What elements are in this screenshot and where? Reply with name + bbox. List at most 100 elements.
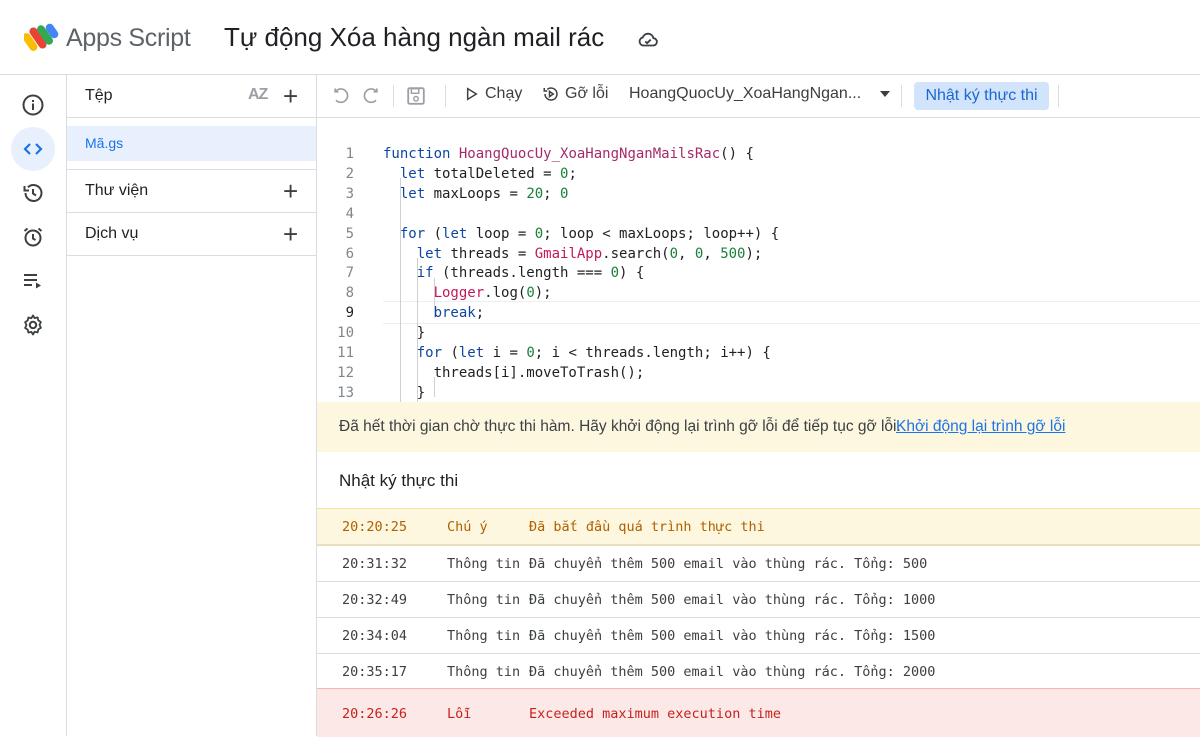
log-message: Đã chuyển thêm 500 email vào thùng rác. …: [529, 592, 936, 608]
gear-icon: [24, 314, 42, 336]
log-message: Đã chuyển thêm 500 email vào thùng rác. …: [529, 628, 936, 644]
code-line[interactable]: 2 let totalDeleted = 0;: [317, 164, 1200, 184]
libraries-label: Thư viện: [85, 182, 149, 199]
log-row: 20:35:17 Thông tin Đã chuyển thêm 500 emai…: [317, 653, 1200, 689]
log-message: Đã chuyển thêm 500 email vào thùng rác. …: [529, 556, 928, 572]
run-button[interactable]: Chạy: [463, 85, 522, 103]
code-line[interactable]: 8 Logger.log(0);: [317, 283, 1200, 303]
debug-icon: [543, 87, 558, 101]
code-line[interactable]: 7 if (threads.length === 0) {: [317, 263, 1200, 283]
code-line[interactable]: 3 let maxLoops = 20; 0: [317, 184, 1200, 204]
log-type: Thông tin: [447, 556, 521, 572]
history-icon: [23, 184, 43, 202]
undo-icon[interactable]: [331, 86, 351, 106]
debug-label: Gỡ lỗi: [565, 85, 609, 102]
sort-az-icon[interactable]: AZ: [248, 86, 268, 104]
code-text: Logger.log(0);: [433, 285, 552, 302]
toolbar-divider: [901, 85, 902, 107]
line-number: 3: [345, 185, 354, 202]
dropdown-caret-icon: [880, 91, 891, 97]
add-library-button[interactable]: +: [283, 178, 298, 204]
code-line[interactable]: 12 threads[i].moveToTrash();: [317, 363, 1200, 383]
line-number: 5: [345, 225, 354, 242]
save-icon[interactable]: [405, 85, 427, 107]
code-text: let threads = GmailApp.search(0, 0, 500)…: [416, 245, 763, 262]
cloud-saved-icon: [638, 32, 658, 47]
editor-toolbar: Chạy Gỡ lỗi HoangQuocUy_XoaHangNgan... N…: [317, 75, 1200, 118]
log-row: 20:26:26 Lỗi Exceeded maximum execution ti…: [317, 688, 1200, 737]
log-row: 20:20:25 Chú ý Đã bắt đầu quá trình thực t…: [317, 508, 1200, 545]
top-bar: Apps Script Tự động Xóa hàng ngàn mail r…: [0, 0, 1200, 75]
play-icon: [466, 87, 478, 101]
settings-button[interactable]: [11, 303, 55, 347]
executions-button[interactable]: [11, 259, 55, 303]
run-label: Chạy: [485, 85, 523, 102]
services-section: Dịch vụ +: [67, 212, 316, 256]
triggers-button[interactable]: [11, 215, 55, 259]
code-editor[interactable]: 1 function HoangQuocUy_XoaHangNganMailsRa…: [317, 118, 1200, 402]
code-line[interactable]: 9 break;: [317, 303, 1200, 323]
code-text: function HoangQuocUy_XoaHangNganMailsRac…: [383, 146, 754, 162]
log-type: Thông tin: [447, 628, 521, 644]
toolbar-divider: [1058, 85, 1059, 107]
log-type: Lỗi: [447, 706, 472, 722]
line-number: 12: [337, 364, 354, 381]
libraries-section: Thư viện +: [67, 169, 316, 212]
code-line[interactable]: 5 for (let loop = 0; loop < maxLoops; lo…: [317, 224, 1200, 244]
files-panel: Tệp AZ + Mã.gs Thư viện + Dịch vụ +: [67, 75, 317, 736]
log-time: 20:32:49: [342, 592, 408, 608]
code-line[interactable]: 11 for (let i = 0; i < threads.length; i…: [317, 343, 1200, 363]
apps-script-logo: [24, 23, 59, 51]
line-number: 1: [345, 146, 354, 162]
log-time: 20:26:26: [342, 706, 408, 722]
debugger-timeout-banner: Đã hết thời gian chờ thực thi hàm. Hãy k…: [317, 402, 1200, 452]
code-text: for (let i = 0; i < threads.length; i++)…: [416, 345, 771, 361]
log-time: 20:35:17: [342, 664, 408, 680]
line-number: 10: [337, 325, 354, 342]
log-time: 20:31:32: [342, 556, 408, 572]
log-type: Thông tin: [447, 664, 521, 680]
project-history-button[interactable]: [11, 171, 55, 215]
overview-button[interactable]: [11, 83, 55, 127]
add-service-button[interactable]: +: [283, 221, 298, 247]
code-text: }: [383, 384, 426, 401]
line-number: 8: [345, 285, 354, 302]
execution-log-button[interactable]: Nhật ký thực thi: [914, 82, 1049, 110]
function-select-value: HoangQuocUy_XoaHangNgan...: [629, 85, 862, 102]
project-title[interactable]: Tự động Xóa hàng ngàn mail rác: [224, 22, 604, 53]
code-line[interactable]: 6 let threads = GmailApp.search(0, 0, 50…: [317, 244, 1200, 264]
function-select[interactable]: HoangQuocUy_XoaHangNgan...: [629, 85, 891, 103]
log-type: Chú ý: [447, 519, 488, 535]
log-row: 20:34:04 Thông tin Đã chuyển thêm 500 emai…: [317, 617, 1200, 653]
code-line[interactable]: 1 function HoangQuocUy_XoaHangNganMailsRa…: [317, 144, 1200, 164]
code-text: for (let loop = 0; loop < maxLoops; loop…: [399, 225, 780, 242]
toolbar-divider: [445, 85, 446, 107]
code-text: let maxLoops = 20; 0: [399, 185, 569, 202]
log-type: Thông tin: [447, 592, 521, 608]
info-icon: [22, 94, 44, 116]
code-text: let totalDeleted = 0;: [399, 165, 577, 182]
add-file-button[interactable]: +: [283, 83, 298, 109]
debug-button[interactable]: Gỡ lỗi: [542, 85, 608, 103]
log-message: Exceeded maximum execution time: [529, 706, 781, 722]
log-row: 20:32:49 Thông tin Đã chuyển thêm 500 emai…: [317, 581, 1200, 617]
editor-button[interactable]: [11, 127, 55, 171]
line-number: 6: [345, 245, 354, 262]
line-number: 9: [345, 305, 354, 322]
code-line[interactable]: 13 }: [317, 383, 1200, 402]
log-row: 20:31:32 Thông tin Đã chuyển thêm 500 emai…: [317, 545, 1200, 581]
code-text: if (threads.length === 0) {: [416, 265, 645, 282]
app-name: Apps Script: [66, 24, 191, 52]
code-line[interactable]: 10 }: [317, 323, 1200, 343]
redo-icon[interactable]: [361, 86, 381, 106]
restart-debugger-link[interactable]: Khởi động lại trình gỡ lỗi: [896, 418, 1065, 436]
file-name: Mã.gs: [85, 135, 124, 151]
code-line[interactable]: 4: [317, 204, 1200, 224]
code-text: }: [383, 325, 426, 342]
file-item[interactable]: Mã.gs: [67, 126, 316, 161]
log-time: 20:34:04: [342, 628, 408, 644]
files-header: Tệp AZ +: [67, 75, 316, 118]
line-number: 7: [345, 265, 354, 282]
log-time: 20:20:25: [342, 519, 408, 535]
left-rail: [0, 75, 67, 736]
